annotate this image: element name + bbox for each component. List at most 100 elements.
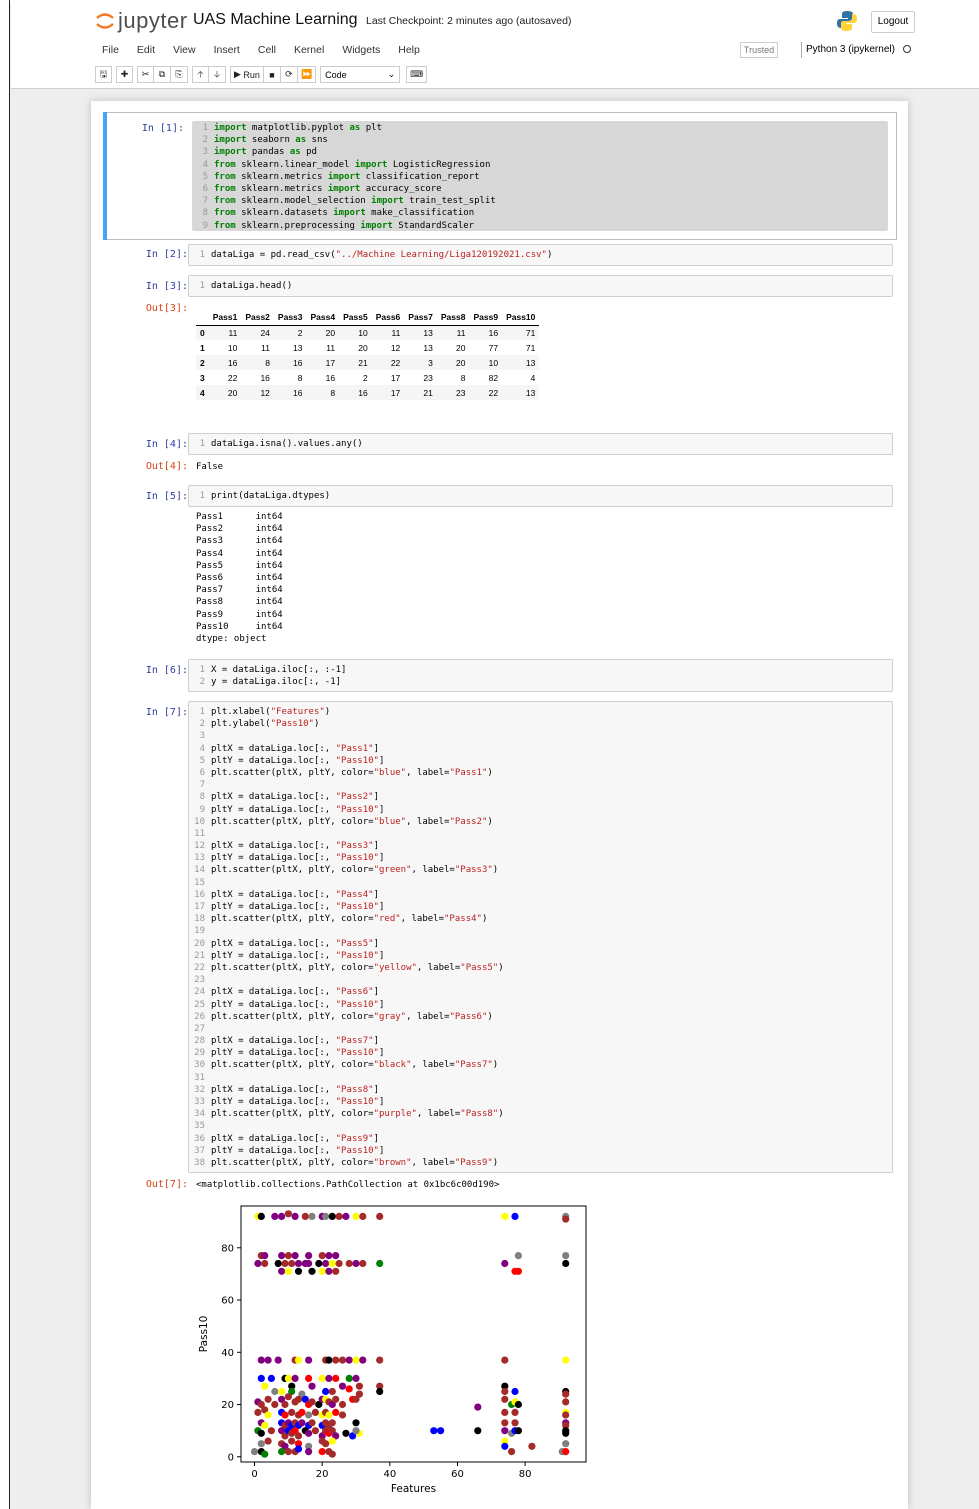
code-line[interactable]: 3 import pandas as pd xyxy=(192,146,888,158)
code-line[interactable]: 6 plt.scatter(pltX, pltY, color="blue", l… xyxy=(189,767,892,779)
code-line[interactable]: 1 X = dataLiga.iloc[:, :-1] xyxy=(189,664,892,676)
code-line[interactable]: 12 pltX = dataLiga.loc[:, "Pass3"] xyxy=(189,840,892,852)
code-line[interactable]: 35 xyxy=(189,1120,892,1132)
code-line[interactable]: 15 xyxy=(189,877,892,889)
menu-widgets[interactable]: Widgets xyxy=(342,44,380,56)
code-line[interactable]: 5 from sklearn.metrics import classificat… xyxy=(192,171,888,183)
code-line[interactable]: 27 xyxy=(189,1023,892,1035)
code-line[interactable]: 14 plt.scatter(pltX, pltY, color="green",… xyxy=(189,864,892,876)
code-line[interactable]: 36 pltX = dataLiga.loc[:, "Pass9"] xyxy=(189,1133,892,1145)
code-line[interactable]: 1 dataLiga.head() xyxy=(189,280,892,292)
keyboard-icon[interactable]: ⌨ xyxy=(406,66,428,83)
code-line[interactable]: 22 plt.scatter(pltX, pltY, color="yellow"… xyxy=(189,962,892,974)
code-editor[interactable]: 1 import matplotlib.pyplot as plt 2 import … xyxy=(192,121,888,231)
code-line[interactable]: 1 print(dataLiga.dtypes) xyxy=(189,490,892,502)
kernel-status[interactable]: Python 3 (ipykernel) xyxy=(801,42,911,58)
code-cell-5[interactable]: In [5]: 1 print(dataLiga.dtypes) Pass1 in… xyxy=(103,484,897,644)
code-line[interactable]: 33 pltY = dataLiga.loc[:, "Pass10"] xyxy=(189,1096,892,1108)
code-line[interactable]: 25 pltY = dataLiga.loc[:, "Pass10"] xyxy=(189,999,892,1011)
code-editor[interactable]: 1 print(dataLiga.dtypes) xyxy=(188,485,893,507)
cell-type-select[interactable]: Code ⌄ xyxy=(320,66,401,83)
code-line[interactable]: 37 pltY = dataLiga.loc[:, "Pass10"] xyxy=(189,1145,892,1157)
code-line[interactable]: 6 from sklearn.metrics import accuracy_sc… xyxy=(192,183,888,195)
code-editor[interactable]: 1 plt.xlabel("Features") 2 plt.ylabel("Pass… xyxy=(188,701,893,1173)
code-line[interactable]: 29 pltY = dataLiga.loc[:, "Pass10"] xyxy=(189,1047,892,1059)
copy-icon[interactable]: ⧉ xyxy=(154,66,171,83)
code-line[interactable]: 13 pltY = dataLiga.loc[:, "Pass10"] xyxy=(189,852,892,864)
menu-insert[interactable]: Insert xyxy=(214,44,240,56)
menu-help[interactable]: Help xyxy=(398,44,420,56)
save-icon[interactable]: 🖫 xyxy=(95,66,112,83)
code-line[interactable]: 30 plt.scatter(pltX, pltY, color="black",… xyxy=(189,1059,892,1071)
code-editor[interactable]: 1 X = dataLiga.iloc[:, :-1] 2 y = dataLiga.… xyxy=(188,659,893,692)
menu-cell[interactable]: Cell xyxy=(258,44,276,56)
code-editor[interactable]: 1 dataLiga = pd.read_csv("../Machine Lear… xyxy=(188,244,893,266)
code-line[interactable]: 2 y = dataLiga.iloc[:, -1] xyxy=(189,676,892,688)
code-line[interactable]: 9 pltY = dataLiga.loc[:, "Pass10"] xyxy=(189,804,892,816)
code-line[interactable]: 28 pltX = dataLiga.loc[:, "Pass7"] xyxy=(189,1035,892,1047)
notebook-title[interactable]: UAS Machine Learning Last Checkpoint: 2 … xyxy=(193,11,571,29)
cut-icon[interactable]: ✂ xyxy=(137,66,154,83)
logout-button[interactable]: Logout xyxy=(871,11,915,33)
line-number: 8 xyxy=(202,208,208,219)
code-line[interactable]: 3 xyxy=(189,730,892,742)
code-line[interactable]: 32 pltX = dataLiga.loc[:, "Pass8"] xyxy=(189,1084,892,1096)
kernel-name: Python 3 (ipykernel) xyxy=(806,44,895,55)
code-editor[interactable]: 1 dataLiga.isna().values.any() xyxy=(188,433,893,455)
menu-edit[interactable]: Edit xyxy=(137,44,155,56)
run-button[interactable]: ▶ Run xyxy=(230,66,264,83)
code-line[interactable]: 1 import matplotlib.pyplot as plt xyxy=(192,122,888,134)
code-line[interactable]: 7 xyxy=(189,779,892,791)
menu-view[interactable]: View xyxy=(173,44,196,56)
code-line[interactable]: 20 pltX = dataLiga.loc[:, "Pass5"] xyxy=(189,938,892,950)
jupyter-logo[interactable]: jupyter xyxy=(95,8,188,34)
fast-forward-icon[interactable]: ⏩ xyxy=(297,66,317,83)
table-cell: 8 xyxy=(330,387,336,398)
code-line[interactable]: 2 import seaborn as sns xyxy=(192,134,888,146)
menu-file[interactable]: File xyxy=(102,44,119,56)
code-line[interactable]: 31 xyxy=(189,1072,892,1084)
code-line[interactable]: 26 plt.scatter(pltX, pltY, color="gray", … xyxy=(189,1011,892,1023)
code-line[interactable]: 11 xyxy=(189,828,892,840)
y-tick-label: 0 xyxy=(228,1452,234,1463)
stop-icon[interactable]: ■ xyxy=(263,66,281,83)
code-line[interactable]: 7 from sklearn.model_selection import tra… xyxy=(192,195,888,207)
code-line[interactable]: 2 plt.ylabel("Pass10") xyxy=(189,718,892,730)
code-line[interactable]: 5 pltY = dataLiga.loc[:, "Pass10"] xyxy=(189,755,892,767)
code-text: pltY = dataLiga.loc[:, "Pass10"] xyxy=(211,853,385,864)
trusted-indicator[interactable]: Trusted xyxy=(740,42,778,58)
table-header-row: Pass1 Pass2 Pass3 Pass4 Pass5 Pass6 Pass7 Pass8… xyxy=(196,310,540,325)
arrow-down-icon[interactable]: 🡣 xyxy=(209,66,226,83)
code-line[interactable]: 1 dataLiga.isna().values.any() xyxy=(189,438,892,450)
code-cell-4[interactable]: In [4]: 1 dataLiga.isna().values.any() Ou… xyxy=(103,432,897,478)
code-editor[interactable]: 1 dataLiga.head() xyxy=(188,275,893,297)
code-cell-3[interactable]: In [3]: 1 dataLiga.head() Out[3]: Pass1 Pa… xyxy=(103,274,897,424)
code-line[interactable]: 1 plt.xlabel("Features") xyxy=(189,706,892,718)
arrow-up-icon[interactable]: 🡡 xyxy=(192,66,209,83)
code-line[interactable]: 17 pltY = dataLiga.loc[:, "Pass10"] xyxy=(189,901,892,913)
table-cell: 13 xyxy=(525,357,536,368)
code-line[interactable]: 8 from sklearn.datasets import make_class… xyxy=(192,207,888,219)
code-line[interactable]: 21 pltY = dataLiga.loc[:, "Pass10"] xyxy=(189,950,892,962)
code-line[interactable]: 8 pltX = dataLiga.loc[:, "Pass2"] xyxy=(189,791,892,803)
restart-icon[interactable]: ⟳ xyxy=(280,66,298,83)
code-line[interactable]: 38 plt.scatter(pltX, pltY, color="brown",… xyxy=(189,1157,892,1169)
code-line[interactable]: 18 plt.scatter(pltX, pltY, color="red", l… xyxy=(189,913,892,925)
plus-icon[interactable]: ✚ xyxy=(116,66,133,83)
code-line[interactable]: 10 plt.scatter(pltX, pltY, color="blue", … xyxy=(189,816,892,828)
code-cell-2[interactable]: In [2]: 1 dataLiga = pd.read_csv("../Mach… xyxy=(103,243,897,267)
code-line[interactable]: 23 xyxy=(189,974,892,986)
code-cell-6[interactable]: In [6]: 1 X = dataLiga.iloc[:, :-1] 2 y = d… xyxy=(103,658,897,692)
menu-kernel[interactable]: Kernel xyxy=(294,44,324,56)
code-line[interactable]: 19 xyxy=(189,925,892,937)
code-cell-1[interactable]: In [1]: 1 import matplotlib.pyplot as plt… xyxy=(103,112,897,240)
paste-icon[interactable]: ⎘ xyxy=(171,66,188,83)
code-line[interactable]: 16 pltX = dataLiga.loc[:, "Pass4"] xyxy=(189,889,892,901)
code-line[interactable]: 1 dataLiga = pd.read_csv("../Machine Lear… xyxy=(189,249,892,261)
code-line[interactable]: 24 pltX = dataLiga.loc[:, "Pass6"] xyxy=(189,986,892,998)
code-line[interactable]: 4 from sklearn.linear_model import Logist… xyxy=(192,159,888,171)
code-line[interactable]: 9 from sklearn.preprocessing import Stand… xyxy=(192,220,888,232)
code-line[interactable]: 34 plt.scatter(pltX, pltY, color="purple"… xyxy=(189,1108,892,1120)
row-index: 3 xyxy=(200,372,205,383)
code-line[interactable]: 4 pltX = dataLiga.loc[:, "Pass1"] xyxy=(189,743,892,755)
